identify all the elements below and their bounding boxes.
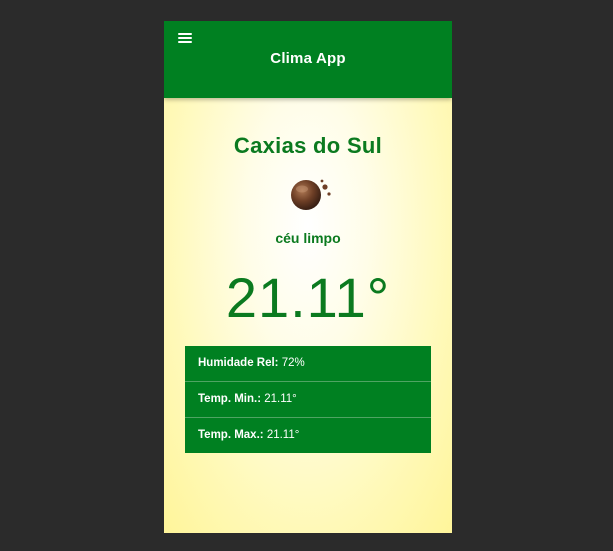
detail-label: Temp. Max.: bbox=[198, 429, 264, 441]
weather-details-list: Humidade Rel: 72% Temp. Min.: 21.11° Tem… bbox=[185, 346, 431, 453]
detail-label: Temp. Min.: bbox=[198, 393, 262, 405]
detail-row-temp-min: Temp. Min.: 21.11° bbox=[185, 382, 431, 418]
detail-value: 72% bbox=[281, 357, 305, 369]
detail-row-temp-max: Temp. Max.: 21.11° bbox=[185, 418, 431, 453]
weather-condition: céu limpo bbox=[275, 230, 341, 246]
app-title: Clima App bbox=[270, 50, 346, 67]
detail-value: 21.11° bbox=[266, 429, 300, 441]
city-name: Caxias do Sul bbox=[233, 133, 383, 158]
detail-value: 21.11° bbox=[264, 393, 297, 405]
app-bar: Clima App bbox=[164, 21, 452, 98]
clear-sky-night-icon bbox=[291, 179, 331, 210]
app-screen: Clima App Caxias do Sul céu limpo 21.11°… bbox=[164, 21, 452, 533]
detail-row-humidity: Humidade Rel: 72% bbox=[185, 346, 431, 382]
detail-label: Humidade Rel: bbox=[198, 357, 279, 369]
hamburger-menu-icon[interactable] bbox=[178, 31, 194, 45]
current-temperature: 21.11° bbox=[225, 266, 391, 329]
